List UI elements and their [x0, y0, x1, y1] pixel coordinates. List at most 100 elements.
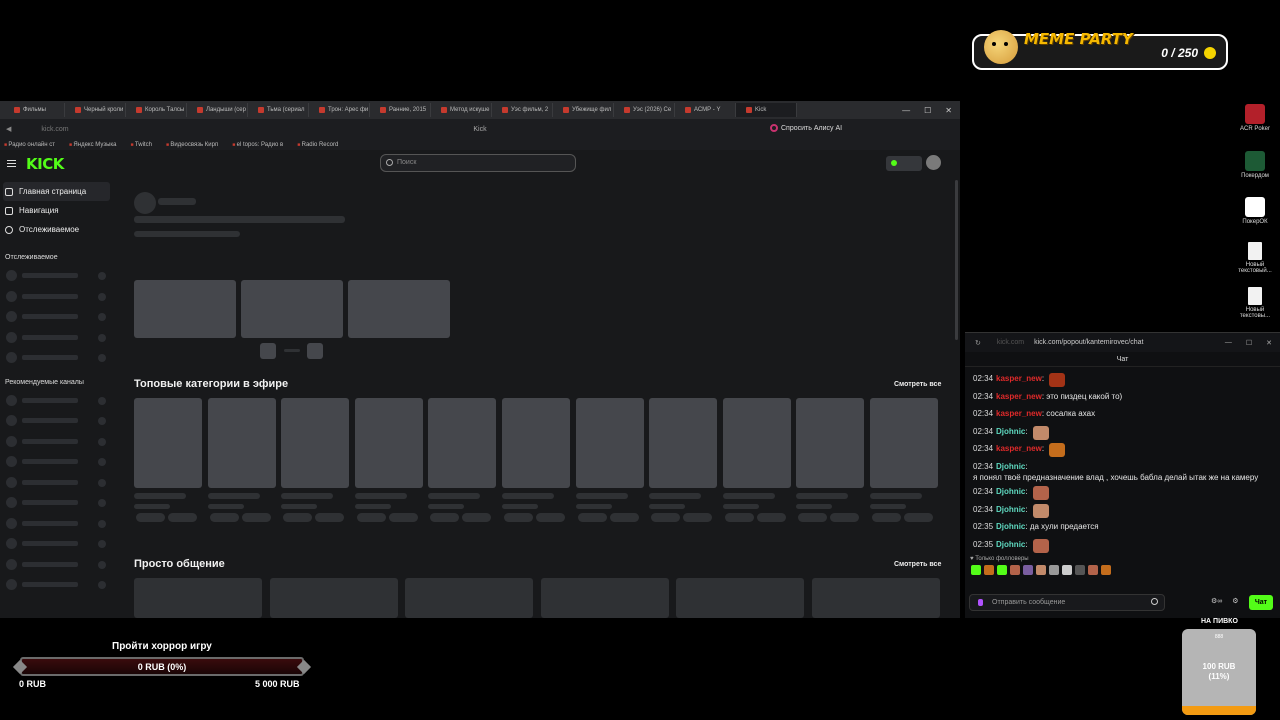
browser-tab[interactable]: Уэс (2026) Се	[614, 103, 675, 117]
category-card[interactable]	[796, 398, 865, 488]
chat-username[interactable]: Djohnic	[996, 486, 1025, 497]
desktop-icon[interactable]: Покердом	[1236, 151, 1274, 179]
channel-skeleton	[0, 451, 113, 472]
avatar[interactable]	[926, 155, 941, 170]
maximize-icon[interactable]: ☐	[924, 106, 931, 115]
skeleton-dot	[98, 437, 106, 446]
browser-tab[interactable]: Черный кроли	[65, 103, 126, 117]
search-input[interactable]: Поиск	[380, 154, 576, 172]
bookmark-item[interactable]: Радио онлайн ст	[4, 142, 55, 148]
sidebar-item-following[interactable]: Отслеживаемое	[0, 220, 113, 239]
chat-username[interactable]: kasper_new	[996, 373, 1042, 384]
chat-input[interactable]: Отправить сообщение	[969, 594, 1165, 611]
bookmark-item[interactable]: Видеосвязь Кирп	[166, 142, 218, 148]
settings-icon[interactable]: ⚙	[1232, 597, 1238, 605]
emote-icon[interactable]	[1075, 565, 1085, 576]
skeleton-dot	[98, 581, 106, 589]
emote-icon[interactable]	[1023, 565, 1033, 576]
category-card[interactable]	[281, 398, 350, 488]
browser-tab[interactable]: Трон: Арес фи	[309, 103, 370, 117]
carousel-prev[interactable]	[260, 343, 276, 359]
kick-logo[interactable]: KICK	[26, 155, 64, 173]
category-card[interactable]	[354, 398, 423, 488]
browser-tab[interactable]: Уэс фильм, 2	[492, 103, 553, 117]
chat-username[interactable]: kasper_new	[996, 443, 1042, 454]
tab-favicon-icon	[685, 107, 691, 113]
browser-tab[interactable]: Метод искуше	[431, 103, 492, 117]
emote-icon[interactable]	[984, 565, 994, 576]
stream-card[interactable]	[405, 578, 533, 618]
browser-tab[interactable]: Король Талсы	[126, 103, 187, 117]
page-scrollbar[interactable]	[955, 180, 958, 340]
category-card[interactable]	[870, 398, 938, 488]
browser-tab[interactable]: Kick	[736, 103, 797, 117]
reload-icon[interactable]: ↻	[975, 339, 981, 347]
category-card[interactable]	[207, 398, 276, 488]
goal-value: 0 RUB (0%)	[137, 662, 187, 672]
category-card[interactable]	[722, 398, 791, 488]
stream-card[interactable]	[811, 578, 940, 618]
stream-card[interactable]	[134, 578, 262, 618]
browser-tab-label: Тьма (сериал	[267, 107, 305, 113]
bookmark-item[interactable]: Radio Record	[297, 142, 339, 148]
bookmark-item[interactable]: Яндекс Музыка	[69, 142, 116, 148]
category-card[interactable]	[134, 398, 202, 488]
emote-icon[interactable]	[1049, 565, 1059, 576]
notifications-button[interactable]	[886, 156, 922, 171]
browser-tab[interactable]: Убежище фил	[553, 103, 614, 117]
category-card[interactable]	[649, 398, 718, 488]
browser-tab[interactable]: АСМР - Y	[675, 103, 736, 117]
close-icon[interactable]: ✕	[945, 106, 952, 115]
emote-icon[interactable]	[1010, 565, 1020, 576]
alice-button[interactable]: Спросить Алису AI	[770, 124, 842, 132]
chat-username[interactable]: Djohnic	[996, 461, 1025, 472]
desktop-icon[interactable]: ПокерОК	[1236, 197, 1274, 225]
desktop-icon[interactable]: Новый текстовы...	[1236, 287, 1274, 319]
minimize-icon[interactable]: —	[1225, 339, 1232, 347]
chat-username[interactable]: kasper_new	[996, 408, 1042, 419]
sidebar-item-home[interactable]: Главная страница	[3, 182, 110, 201]
browser-tab[interactable]: Ранние, 2015	[370, 103, 431, 117]
minimize-icon[interactable]: —	[902, 106, 910, 115]
maximize-icon[interactable]: ☐	[1246, 339, 1252, 347]
chat-send-button[interactable]: Чат	[1249, 595, 1273, 610]
chat-username[interactable]: Djohnic	[996, 504, 1025, 515]
chat-username[interactable]: Djohnic	[996, 539, 1025, 550]
menu-icon[interactable]	[7, 160, 16, 167]
just-chatting-see-all[interactable]: Смотреть все	[894, 561, 941, 568]
skeleton-dot	[98, 417, 106, 425]
users-icon[interactable]: ⚙∞	[1211, 597, 1222, 605]
chat-username[interactable]: Djohnic	[996, 521, 1025, 532]
chat-message: 02:34 kasper_new:	[973, 440, 1272, 458]
chat-username[interactable]: kasper_new	[996, 391, 1042, 402]
skeleton-tag	[904, 513, 933, 522]
chat-username[interactable]: Djohnic	[996, 426, 1025, 437]
sidebar-item-browse[interactable]: Навигация	[0, 201, 113, 220]
chat-tools: ⚙∞ ⚙	[1211, 597, 1239, 605]
bookmark-item[interactable]: el topos: Радио в	[232, 142, 284, 148]
browser-tab[interactable]: Ландыши (сер	[187, 103, 248, 117]
emote-icon[interactable]	[1101, 565, 1111, 576]
emote-icon[interactable]	[1062, 565, 1072, 576]
emote-icon[interactable]	[1088, 565, 1098, 576]
browser-tab-label: Трон: Арес фи	[328, 107, 369, 113]
carousel-next[interactable]	[307, 343, 323, 359]
emoji-icon[interactable]	[1151, 598, 1158, 605]
desktop-icon[interactable]: ACR Poker	[1236, 104, 1274, 132]
stream-card[interactable]	[540, 578, 669, 618]
desktop-icon[interactable]: Новый текстовый...	[1236, 242, 1274, 274]
browser-tab[interactable]: Тьма (сериал	[248, 103, 309, 117]
browser-tab[interactable]: Фильмы	[4, 103, 65, 117]
emote-icon[interactable]	[1036, 565, 1046, 576]
category-card[interactable]	[575, 398, 644, 488]
top-categories-see-all[interactable]: Смотреть все	[894, 381, 941, 388]
emote-icon[interactable]	[997, 565, 1007, 576]
chat-url[interactable]: kick.com/popout/kantemirovec/chat	[1034, 339, 1143, 346]
emote-icon[interactable]	[971, 565, 981, 576]
category-card[interactable]	[428, 398, 497, 488]
stream-card[interactable]	[676, 578, 804, 618]
bookmark-item[interactable]: Twitch	[131, 142, 152, 148]
category-card[interactable]	[502, 398, 570, 488]
stream-card[interactable]	[269, 578, 398, 618]
close-icon[interactable]: ✕	[1266, 339, 1272, 347]
